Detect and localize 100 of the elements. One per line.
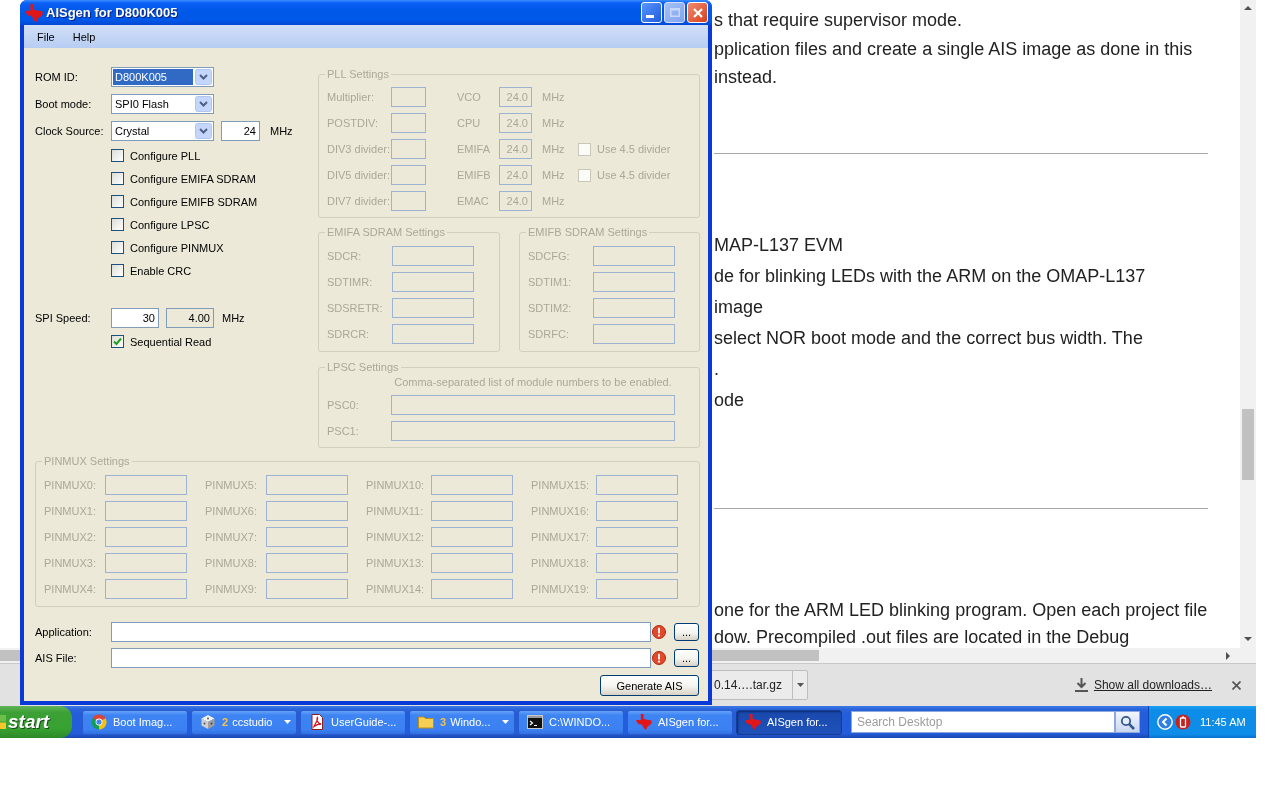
show-all-downloads-link[interactable]: Show all downloads… [1093, 678, 1212, 692]
browse-button[interactable]: ... [674, 623, 699, 641]
checkbox-label: Configure EMIFA SDRAM [130, 172, 256, 185]
flag-icon [0, 715, 6, 729]
download-item[interactable]: 0.14….tar.gz [712, 670, 792, 700]
dropdown[interactable]: SPI0 Flash [111, 94, 214, 114]
document-icon [309, 714, 325, 730]
menu-item[interactable]: File [32, 28, 60, 45]
field-label: SDTIM1: [528, 276, 572, 288]
dropdown[interactable]: Crystal [111, 121, 214, 141]
hint-text: Comma-separated list of module numbers to be enabled. [394, 376, 672, 388]
chevron-left-icon[interactable] [1157, 714, 1173, 730]
generate-button[interactable]: Generate AIS [600, 675, 699, 696]
close-button[interactable] [687, 2, 708, 23]
checkbox-label: Configure LPSC [130, 218, 210, 231]
start-button[interactable]: start [0, 706, 72, 738]
field-label: PINMUX1: [44, 505, 96, 517]
browse-button[interactable]: ... [674, 649, 699, 667]
close-icon[interactable] [1232, 680, 1241, 690]
field-label: PINMUX16: [531, 505, 590, 517]
group-title: PLL Settings [326, 68, 390, 81]
group-title: EMIFB SDRAM Settings [527, 226, 649, 239]
checkmark-icon [113, 337, 122, 346]
field-label: PINMUX5: [205, 479, 257, 491]
taskbar-button[interactable]: 3 Windo... [409, 709, 515, 735]
checkbox[interactable] [111, 218, 124, 231]
dropdown[interactable]: D800K005 [111, 67, 214, 87]
page-text: MAP-L137 EVM [714, 233, 844, 257]
taskbar-button[interactable]: UserGuide-... [300, 709, 406, 735]
checkbox[interactable] [111, 264, 124, 277]
down-arrow-icon[interactable] [1244, 637, 1252, 641]
checkbox[interactable] [111, 335, 124, 348]
field-label: Clock Source: [35, 125, 104, 137]
field-label: DIV7 divider: [327, 195, 390, 207]
field-label: VCO [457, 91, 481, 103]
input-field[interactable] [111, 622, 651, 642]
checkbox-label: Configure PLL [130, 149, 201, 162]
search-field[interactable]: Search Desktop [851, 711, 1115, 733]
field-label: PINMUX9: [205, 583, 257, 595]
taskbar-button[interactable]: C:\WINDO... [518, 709, 624, 735]
download-icon[interactable] [1074, 678, 1088, 692]
field-label: PINMUX14: [366, 583, 425, 595]
input-field[interactable]: 24 [221, 121, 260, 141]
battery-icon[interactable] [1175, 714, 1191, 730]
menu-item[interactable]: Help [67, 28, 101, 45]
taskbar-button[interactable]: Boot Imag... [82, 709, 188, 735]
field-label: SPI Speed: [35, 312, 91, 324]
field-label: PINMUX12: [366, 531, 425, 543]
input-field[interactable] [111, 648, 651, 668]
taskbar-button[interactable]: AISgen for... [736, 709, 842, 735]
clock-time: 11:45 AM [1200, 716, 1246, 728]
field-label: AIS File: [35, 652, 77, 664]
field-label: PINMUX2: [44, 531, 96, 543]
menu-button[interactable] [792, 670, 808, 700]
checkbox[interactable] [111, 195, 124, 208]
taskbar-button[interactable]: 2 ccstudio [191, 709, 297, 735]
field-label: PINMUX19: [531, 583, 590, 595]
checkbox[interactable] [111, 149, 124, 162]
folder-icon [418, 714, 434, 730]
right-arrow-icon[interactable] [1226, 651, 1230, 660]
field-label: SDCR: [327, 250, 362, 262]
group-title: LPSC Settings [326, 361, 400, 374]
round-logo-icon [91, 714, 107, 730]
field-label: PINMUX7: [205, 531, 257, 543]
checkbox[interactable] [111, 241, 124, 254]
field-label: SDSRETR: [327, 302, 383, 314]
group-title: EMIFA SDRAM Settings [326, 226, 446, 239]
chevron-down-icon [195, 96, 212, 112]
field-label: PINMUX3: [44, 557, 96, 569]
page-text: pplication files and create a single AIS image as done in this [714, 37, 1193, 61]
vertical-scrollbar[interactable] [1240, 0, 1256, 648]
search-icon [1120, 714, 1135, 730]
field-label: CPU [457, 117, 481, 129]
checkbox-label: Configure PINMUX [130, 241, 224, 254]
field-label: PINMUX6: [205, 505, 257, 517]
minimize-button[interactable] [641, 2, 662, 23]
chevron-down-icon [195, 69, 212, 85]
field-label: SDRCR: [327, 328, 370, 340]
taskbar-button[interactable]: AISgen for... [627, 709, 733, 735]
input-field[interactable]: 30 [111, 308, 159, 328]
scrollbar-thumb[interactable] [1242, 409, 1254, 480]
field-label: PSC0: [327, 399, 359, 411]
unit-label: MHz [542, 117, 565, 129]
input-field[interactable]: 4.00 [166, 308, 214, 328]
field-label: PINMUX11: [366, 505, 424, 517]
search-button[interactable] [1115, 711, 1140, 733]
unit-label: MHz [542, 91, 565, 103]
unit-label: MHz [542, 169, 565, 181]
field-label: PINMUX15: [531, 479, 590, 491]
up-arrow-icon[interactable] [1244, 6, 1252, 10]
scrollbar-thumb[interactable] [712, 650, 819, 661]
checkbox-label: Configure EMIFB SDRAM [130, 195, 258, 208]
field-label: SDTIM2: [528, 302, 572, 314]
page-text: dow. Precompiled .out files are located in the Debug [714, 625, 1130, 648]
checkbox[interactable] [111, 172, 124, 185]
page-text: ode [714, 388, 745, 412]
field-label: SDRFC: [528, 328, 569, 340]
page-text: . [714, 357, 719, 381]
unit-label: MHz [542, 143, 565, 155]
checkbox-label: Use 4.5 divider [597, 169, 671, 181]
